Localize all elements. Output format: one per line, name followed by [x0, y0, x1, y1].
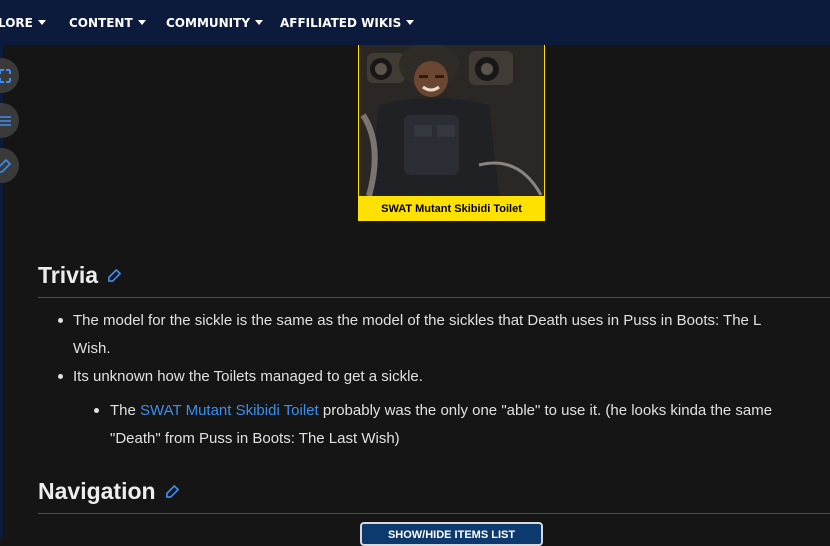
character-image[interactable]	[359, 45, 544, 196]
fullscreen-icon	[0, 68, 11, 83]
trivia-item-1-line-2: Wish.	[73, 340, 111, 357]
trivia-heading: Trivia	[38, 262, 122, 289]
bullet-dot	[58, 374, 63, 379]
character-figure: SWAT Mutant Skibidi Toilet	[358, 45, 545, 221]
figure-caption: SWAT Mutant Skibidi Toilet	[381, 202, 522, 215]
trivia-item-2: Its unknown how the Toilets managed to g…	[73, 368, 423, 385]
nav-lore[interactable]: LORE	[0, 16, 46, 30]
nav-content-label: CONTENT	[69, 15, 133, 30]
fullscreen-button[interactable]	[0, 58, 19, 93]
nav-affiliated-wikis[interactable]: AFFILIATED WIKIS	[280, 15, 415, 30]
top-navigation: LORE CONTENT COMMUNITY AFFILIATED WIKIS	[0, 0, 830, 45]
chevron-down-icon	[137, 20, 146, 25]
chevron-down-icon	[255, 20, 264, 25]
show-hide-items-button[interactable]: SHOW/HIDE ITEMS LIST	[360, 522, 543, 546]
swat-mutant-link[interactable]: SWAT Mutant Skibidi Toilet	[140, 402, 319, 419]
trivia-subitem-1-line-2: "Death" from Puss in Boots: The Last Wis…	[110, 430, 400, 447]
nav-lore-label: LORE	[0, 15, 33, 30]
nav-community[interactable]: COMMUNITY	[166, 15, 264, 30]
nav-community-label: COMMUNITY	[166, 15, 251, 30]
edit-page-button[interactable]	[0, 148, 19, 183]
pencil-icon	[0, 158, 11, 173]
trivia-subitem-1-line-1: The SWAT Mutant Skibidi Toilet probably …	[110, 397, 772, 425]
navigation-heading: Navigation	[38, 478, 179, 505]
swat-mutant-image	[359, 45, 544, 196]
chevron-down-icon	[37, 20, 46, 25]
edit-pencil-icon[interactable]	[108, 269, 122, 282]
nav-content[interactable]: CONTENT	[69, 16, 146, 30]
chevron-down-icon	[406, 20, 415, 25]
section-divider	[38, 513, 830, 514]
nav-affiliated-wikis-label: AFFILIATED WIKIS	[280, 15, 402, 30]
trivia-subitem-text: The	[110, 402, 141, 419]
list-icon	[0, 115, 11, 126]
trivia-heading-text: Trivia	[38, 262, 99, 288]
navigation-heading-text: Navigation	[38, 478, 156, 504]
section-divider	[38, 297, 830, 298]
trivia-item-1-line-1: The model for the sickle is the same as …	[73, 312, 762, 329]
trivia-subitem-text: probably was the only one "able" to use …	[318, 402, 773, 419]
bullet-dot	[94, 408, 99, 413]
table-of-contents-button[interactable]	[0, 103, 19, 138]
edit-pencil-icon[interactable]	[165, 485, 179, 498]
bullet-dot	[58, 318, 63, 323]
